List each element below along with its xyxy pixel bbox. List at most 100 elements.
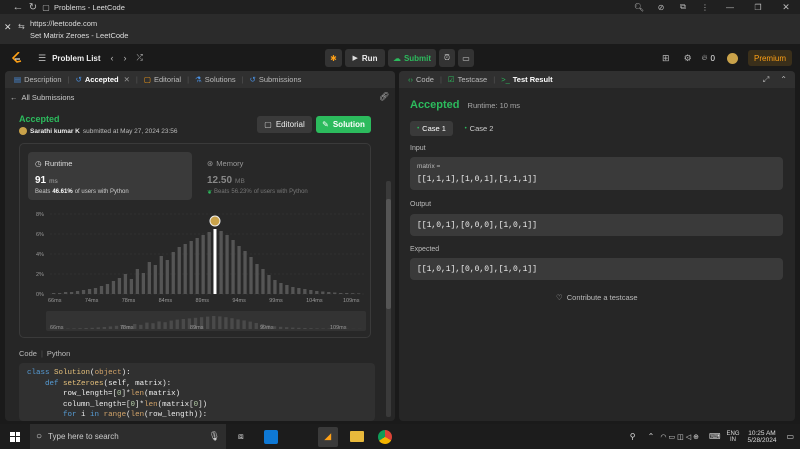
distribution-bar[interactable] — [309, 290, 313, 294]
expand-icon[interactable]: ⤢ — [763, 75, 769, 85]
distribution-bar[interactable] — [195, 238, 199, 294]
shuffle-icon[interactable]: ⤮ — [137, 53, 143, 63]
notification-icon[interactable]: ▭ — [786, 432, 794, 441]
scrollbar[interactable] — [386, 181, 391, 417]
tab-testcase[interactable]: ☑ Testcase — [445, 75, 490, 84]
distribution-bar[interactable] — [63, 292, 68, 294]
distribution-bar[interactable] — [81, 290, 86, 294]
collapse-icon[interactable]: ⌃ — [780, 75, 787, 84]
tab-accepted[interactable]: ↺ Accepted ✕ — [73, 75, 133, 84]
distribution-bar[interactable] — [321, 291, 325, 295]
case-2-tab[interactable]: • Case 2 — [461, 121, 497, 136]
url-text[interactable]: https://leetcode.com — [30, 19, 97, 28]
runtime-distribution-chart[interactable]: 8% 6% 4% 2% 0% 66ms 74ms 78ms 84ms 89ms 94ms 99ms 10… — [20, 204, 372, 304]
distribution-bar[interactable] — [339, 293, 343, 294]
contribute-testcase-link[interactable]: ♡ Contribute a testcase — [556, 293, 638, 302]
distribution-bar[interactable] — [111, 281, 116, 294]
distribution-bar[interactable] — [75, 291, 80, 294]
distribution-bar[interactable] — [57, 293, 62, 294]
chrome-icon[interactable] — [377, 429, 392, 444]
run-button[interactable]: ▶ Run — [345, 49, 385, 67]
distribution-bar[interactable] — [225, 235, 229, 294]
editorial-button[interactable]: ▢ Editorial — [257, 116, 312, 133]
distribution-bar[interactable] — [273, 280, 277, 294]
vscode-icon[interactable] — [263, 429, 278, 444]
distribution-bar[interactable] — [105, 284, 110, 294]
tab-description[interactable]: ▤ Description — [11, 75, 65, 84]
back-arrow-icon[interactable]: ← — [10, 1, 26, 13]
avatar[interactable] — [727, 52, 738, 64]
distribution-bar[interactable] — [279, 283, 283, 294]
distribution-bar[interactable] — [129, 279, 134, 294]
distribution-bar[interactable] — [291, 287, 295, 294]
distribution-bar[interactable] — [249, 257, 253, 294]
runtime-range-slider[interactable]: 66ms 78ms 89ms 99ms 109ms — [46, 311, 366, 331]
debug-button[interactable]: ✱ — [325, 49, 342, 67]
taskbar-search[interactable]: ○ Type here to search 🎙︎ — [30, 424, 226, 449]
close-window-icon[interactable]: ✕ — [772, 2, 800, 13]
task-view-icon[interactable]: ⧈ — [238, 431, 244, 442]
distribution-bar[interactable] — [243, 251, 247, 294]
list-icon[interactable]: ☰ — [38, 53, 46, 64]
distribution-bar[interactable] — [141, 273, 146, 294]
solution-button[interactable]: ✎ Solution — [316, 116, 371, 133]
timer-button[interactable]: ⏰︎ — [439, 49, 455, 67]
distribution-bar[interactable] — [297, 288, 301, 294]
maximize-icon[interactable]: ❐ — [744, 3, 772, 12]
distribution-bar[interactable] — [189, 241, 193, 294]
leetcode-taskbar-icon[interactable]: ◢ — [317, 426, 338, 447]
tab-solutions[interactable]: ⚗ Solutions — [192, 75, 239, 84]
clock[interactable]: 10:25 AM 5/28/2024 — [748, 430, 777, 444]
keyboard-icon[interactable]: ⌨ — [709, 432, 721, 441]
distribution-bar[interactable] — [357, 293, 361, 294]
zoom-icon[interactable]: 🔍︎ — [628, 3, 650, 12]
distribution-bar[interactable] — [159, 256, 163, 294]
back-to-submissions[interactable]: ← All Submissions — [10, 93, 74, 102]
your-runtime-bar[interactable] — [213, 229, 217, 294]
distribution-bar[interactable] — [183, 244, 187, 294]
distribution-bar[interactable] — [117, 278, 122, 294]
code-block[interactable]: class Solution(object): def setZeroes(se… — [19, 363, 375, 421]
distribution-bar[interactable] — [99, 286, 104, 294]
streak-flame-icon[interactable]: 🔥︎ — [702, 53, 708, 63]
distribution-bar[interactable] — [177, 247, 181, 294]
tab-editorial[interactable]: ▢ Editorial — [141, 75, 184, 84]
distribution-bar[interactable] — [165, 260, 169, 294]
distribution-bar[interactable] — [333, 292, 337, 295]
tab-code[interactable]: ‹› Code — [405, 75, 437, 84]
distribution-bar[interactable] — [351, 293, 355, 294]
premium-button[interactable]: Premium — [748, 50, 792, 66]
microphone-icon[interactable]: 🎙︎ — [209, 431, 220, 442]
distribution-bar[interactable] — [147, 262, 151, 294]
distribution-bar[interactable] — [315, 291, 319, 294]
close-tab-icon[interactable]: ✕ — [124, 75, 130, 84]
case-1-tab[interactable]: • Case 1 — [410, 121, 453, 136]
distribution-bar[interactable] — [231, 240, 235, 294]
next-problem-icon[interactable]: › — [124, 53, 127, 63]
runtime-card[interactable]: ◷ Runtime 91 ms Beats 46.61% of users wi… — [28, 152, 192, 200]
distribution-bar[interactable] — [87, 289, 92, 294]
distribution-bar[interactable] — [327, 292, 331, 294]
minimize-icon[interactable]: — — [716, 3, 744, 12]
username[interactable]: Sarathi kumar K — [30, 128, 80, 135]
file-explorer-icon[interactable] — [349, 431, 364, 442]
language-indicator[interactable]: ENG IN — [727, 431, 740, 443]
settings-gear-icon[interactable]: ⚙ — [684, 53, 692, 64]
distribution-bar[interactable] — [261, 269, 265, 294]
refresh-icon[interactable]: ↻ — [26, 2, 40, 13]
prev-problem-icon[interactable]: ‹ — [111, 53, 114, 63]
more-icon[interactable]: ⋮ — [694, 3, 716, 12]
system-tray-icons[interactable]: ◠▭◫◁⊕ — [660, 433, 701, 441]
tab-submissions[interactable]: ↺ Submissions — [247, 75, 305, 84]
problem-list-link[interactable]: Problem List — [52, 54, 100, 63]
distribution-bar[interactable] — [237, 246, 241, 294]
distribution-bar[interactable] — [255, 264, 259, 294]
distribution-bar[interactable] — [69, 292, 74, 294]
distribution-bar[interactable] — [207, 232, 211, 294]
memory-card[interactable]: ⊛ Memory 12.50 MB ❦ Beats 56.23% of user… — [200, 152, 364, 200]
distribution-bar[interactable] — [285, 285, 289, 294]
layout-icon[interactable]: ⊞ — [662, 53, 670, 64]
tracking-icon[interactable]: ⊘ — [650, 3, 672, 12]
distribution-bar[interactable] — [123, 274, 128, 294]
close-icon[interactable]: ✕ — [4, 22, 12, 33]
